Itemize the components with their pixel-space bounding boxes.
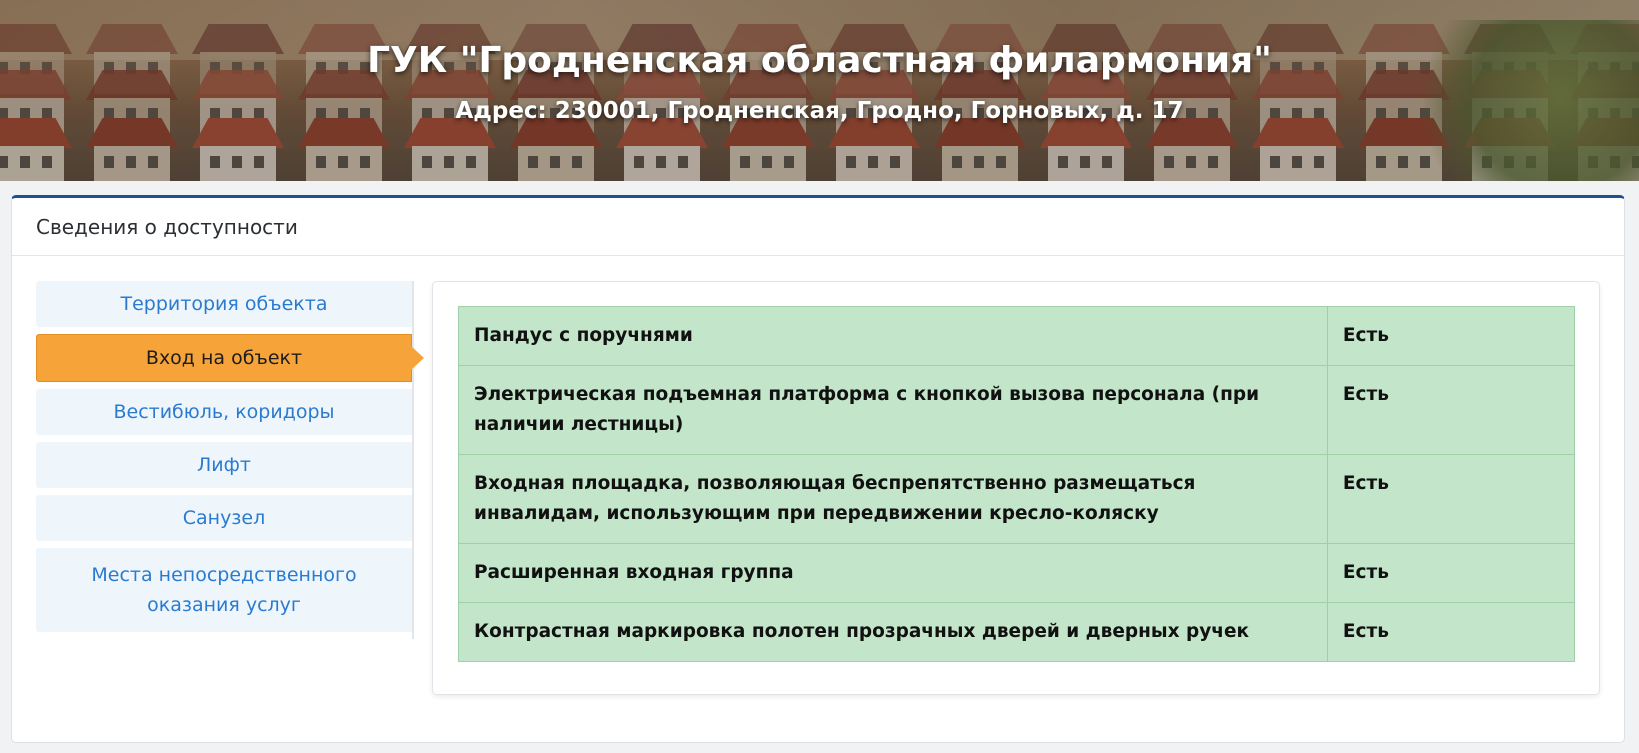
- table-row: Электрическая подъемная платформа с кноп…: [458, 365, 1576, 455]
- feature-name: Пандус с поручнями: [458, 306, 1328, 366]
- feature-name: Электрическая подъемная платформа с кноп…: [458, 365, 1328, 455]
- table-row: Входная площадка, позволяющая беспрепятс…: [458, 454, 1576, 544]
- tab-object-entrance[interactable]: Вход на объект: [36, 334, 424, 382]
- tab-elevator[interactable]: Лифт: [36, 442, 412, 488]
- feature-status: Есть: [1326, 543, 1576, 603]
- accessibility-tabs: Территория объекта Вход на объект Вестиб…: [36, 281, 424, 639]
- page-title: ГУК "Гродненская областная филармония": [367, 40, 1272, 81]
- tab-object-territory[interactable]: Территория объекта: [36, 281, 412, 327]
- feature-name: Контрастная маркировка полотен прозрачны…: [458, 602, 1328, 662]
- accessibility-card: Сведения о доступности Территория объект…: [11, 195, 1625, 743]
- feature-name: Расширенная входная группа: [458, 543, 1328, 603]
- entrance-details-panel: Пандус с поручнями Есть Электрическая по…: [432, 281, 1600, 695]
- feature-status: Есть: [1326, 365, 1576, 455]
- feature-name: Входная площадка, позволяющая беспрепятс…: [458, 454, 1328, 544]
- feature-status: Есть: [1326, 602, 1576, 662]
- accessibility-card-header: Сведения о доступности: [12, 198, 1624, 256]
- tab-lobby-corridors[interactable]: Вестибюль, коридоры: [36, 389, 412, 435]
- table-row: Контрастная маркировка полотен прозрачны…: [458, 602, 1576, 662]
- tab-restroom[interactable]: Санузел: [36, 495, 412, 541]
- tab-service-places[interactable]: Места непосредственного оказания услуг: [36, 548, 412, 632]
- entrance-features-table: Пандус с поручнями Есть Электрическая по…: [458, 306, 1576, 662]
- feature-status: Есть: [1326, 454, 1576, 544]
- hero-overlay: [0, 0, 1639, 181]
- table-row: Расширенная входная группа Есть: [458, 543, 1576, 603]
- hero-banner: ГУК "Гродненская областная филармония" А…: [0, 0, 1639, 181]
- organization-address: Адрес: 230001, Гродненская, Гродно, Горн…: [455, 98, 1184, 124]
- feature-status: Есть: [1326, 306, 1576, 366]
- accessibility-card-body: Территория объекта Вход на объект Вестиб…: [12, 256, 1624, 695]
- table-row: Пандус с поручнями Есть: [458, 306, 1576, 366]
